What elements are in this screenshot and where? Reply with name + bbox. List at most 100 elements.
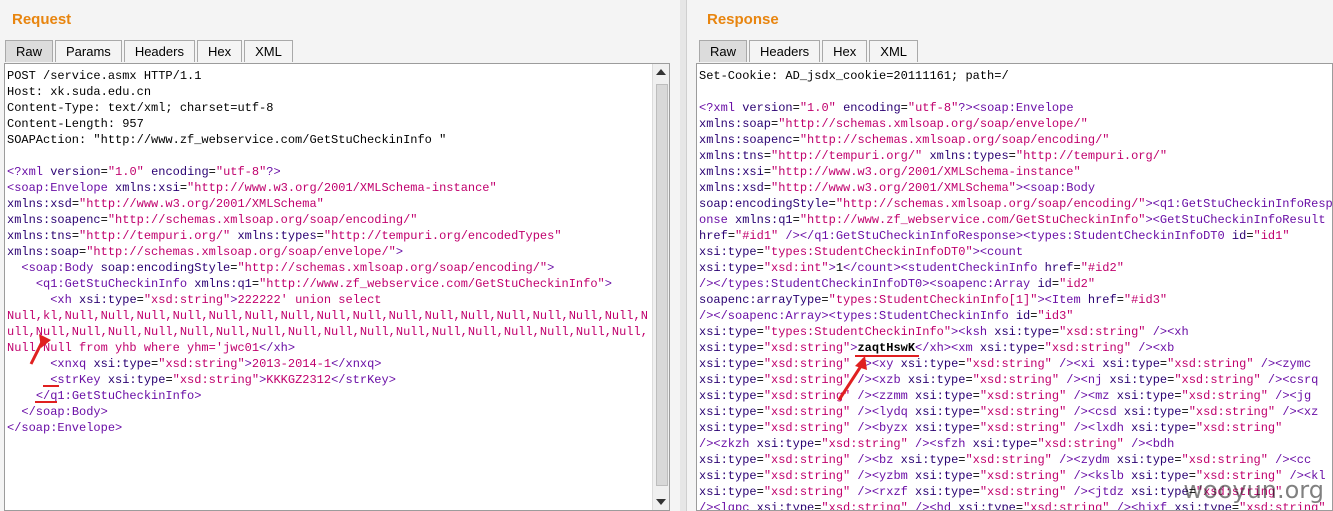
request-token: "http://www.w3.org/2001/XMLSchema" [79, 197, 324, 211]
response-token: /><zydm [1051, 453, 1117, 467]
response-token: xsi:type [1131, 421, 1189, 435]
request-line: <?xml version="1.0" encoding="utf-8"?> [7, 164, 648, 180]
request-token: "http://schemas.xmlsoap.org/soap/encodin… [107, 213, 418, 227]
tab-headers[interactable]: Headers [123, 40, 195, 62]
response-token: "http://www.w3.org/2001/XMLSchema" [771, 181, 1016, 195]
request-token: 2013-2014-1 [251, 357, 332, 371]
response-token: onse [699, 213, 736, 227]
response-editor[interactable]: Set-Cookie: AD_jsdx_cookie=20111161; pat… [696, 63, 1333, 511]
tab-xml[interactable]: XML [244, 40, 293, 62]
request-token: "http://tempuri.org/encodedTypes" [323, 229, 562, 243]
request-token: encoding [151, 165, 209, 179]
request-line: <xh xsi:type="xsd:string">222222' union … [7, 292, 648, 308]
response-token: /><lxdh [1066, 421, 1132, 435]
response-token: ><count [972, 245, 1024, 259]
response-token: = [727, 229, 736, 243]
request-line: SOAPAction: "http://www.zf_webservice.co… [7, 132, 648, 148]
tab-hex[interactable]: Hex [196, 40, 243, 62]
tab-headers[interactable]: Headers [749, 40, 821, 62]
request-token: = [208, 165, 216, 179]
response-token: "http://tempuri.org/" [1015, 149, 1168, 163]
response-token: /><hd [907, 501, 959, 511]
response-token: = [1051, 325, 1060, 339]
request-token: POST /service.asmx HTTP/1.1 [7, 69, 202, 83]
request-line: Content-Type: text/xml; charset=utf-8 [7, 100, 648, 116]
request-body-text[interactable]: POST /service.asmx HTTP/1.1 Host: xk.suda… [7, 68, 648, 436]
kl-underline-mark [43, 385, 59, 387]
response-token: = [828, 197, 836, 211]
response-token: "xsd:string" [763, 405, 851, 419]
response-token: "xsd:string" [979, 485, 1067, 499]
response-token: "#id1" [735, 229, 779, 243]
request-token: = [179, 181, 188, 195]
request-token: xmlns:soapenc [7, 213, 101, 227]
response-token: xsi:type [915, 485, 973, 499]
response-token: xsi:type [915, 405, 973, 419]
request-line: xmlns:soap="http://schemas.xmlsoap.org/s… [7, 244, 648, 260]
scroll-thumb[interactable] [656, 84, 668, 486]
tab-raw[interactable]: Raw [699, 40, 748, 62]
response-line: <?xml version="1.0" encoding="utf-8"?><s… [699, 100, 1332, 116]
response-body-text[interactable]: Set-Cookie: AD_jsdx_cookie=20111161; pat… [699, 68, 1333, 511]
response-token: "xsd:string" [1044, 341, 1132, 355]
response-line: href="#id1" /></q1:GetStuCheckinInfoResp… [699, 228, 1332, 244]
response-token: = [756, 405, 764, 419]
response-token: = [1174, 453, 1182, 467]
response-token: ?><soap:Envelope [958, 101, 1074, 115]
response-token: = [756, 453, 764, 467]
response-line: xsi:type="xsd:int">1</count><studentChec… [699, 260, 1332, 276]
tab-raw[interactable]: Raw [5, 40, 54, 62]
request-token: ?> [266, 165, 281, 179]
response-line: soapenc:arrayType="types:StudentCheckinI… [699, 292, 1332, 308]
response-token: /><bdh [1123, 437, 1175, 451]
response-token: xsi:type [699, 341, 757, 355]
response-token: "xsd:string" [763, 453, 851, 467]
response-token: /><byzx [850, 421, 916, 435]
red-arrow-icon [837, 356, 867, 401]
response-line: xmlns:soapenc="http://schemas.xmlsoap.or… [699, 132, 1332, 148]
response-token: "xsd:string" [1167, 357, 1254, 371]
request-editor[interactable]: POST /service.asmx HTTP/1.1 Host: xk.suda… [4, 63, 670, 511]
response-line: /><zkzh xsi:type="xsd:string" /><sfzh xs… [699, 436, 1332, 452]
response-token: = [965, 373, 973, 387]
response-token: href [699, 229, 728, 243]
request-token: </q1:GetStuCheckinInfo> [35, 389, 202, 403]
response-token: /><mz [1066, 389, 1117, 403]
response-token: = [1073, 261, 1081, 275]
request-token: xmlns:xsi [115, 181, 180, 195]
response-token: xsi:type [1116, 389, 1175, 403]
request-token: "http://www.w3.org/2001/XMLSchema-instan… [187, 181, 497, 195]
request-line: xmlns:xsd="http://www.w3.org/2001/XMLSch… [7, 196, 648, 212]
response-line: xsi:type="xsd:string" /><xy xsi:type="xs… [699, 356, 1332, 372]
request-tabs: Raw Params Headers Hex XML [5, 40, 295, 63]
response-token: "xsd:string" [972, 373, 1060, 387]
response-token: ><q1:GetStuCheckinInfoResp [1145, 197, 1333, 211]
request-scrollbar[interactable] [652, 64, 669, 510]
response-token: /><nj [1059, 373, 1110, 387]
response-line: xsi:type="types:StudentCheckinInfo"><ksh… [699, 324, 1332, 340]
response-token: = [792, 101, 800, 115]
tab-hex[interactable]: Hex [822, 40, 868, 62]
response-token: href [1044, 261, 1074, 275]
response-token: /><sfzh [907, 437, 973, 451]
request-token: KKKGZ2312 [266, 373, 332, 387]
response-token: = [1015, 501, 1024, 511]
response-token: xsi:type [915, 469, 973, 483]
tab-xml[interactable]: XML [869, 40, 919, 62]
response-token: = [972, 421, 980, 435]
scroll-down-arrow-icon[interactable] [656, 499, 666, 505]
request-token [7, 405, 21, 419]
response-token: "xsd:string" [821, 501, 908, 511]
response-token: /><cc [1267, 453, 1312, 467]
response-token: /><xi [1051, 357, 1103, 371]
response-token: xmlns:xsd [699, 181, 764, 195]
response-title: Response [707, 11, 779, 28]
tab-params[interactable]: Params [55, 40, 122, 62]
response-token: "http://tempuri.org/" [771, 149, 923, 163]
response-token: "id2" [1059, 277, 1096, 291]
request-line: </q1:GetStuCheckinInfo> [7, 388, 648, 404]
request-token: version [50, 165, 101, 179]
scroll-up-arrow-icon[interactable] [656, 69, 666, 75]
response-token: "http://www.w3.org/2001/XMLSchema-instan… [771, 165, 1081, 179]
request-token: "http://www.zf_webservice.com/GetStuChec… [259, 277, 605, 291]
